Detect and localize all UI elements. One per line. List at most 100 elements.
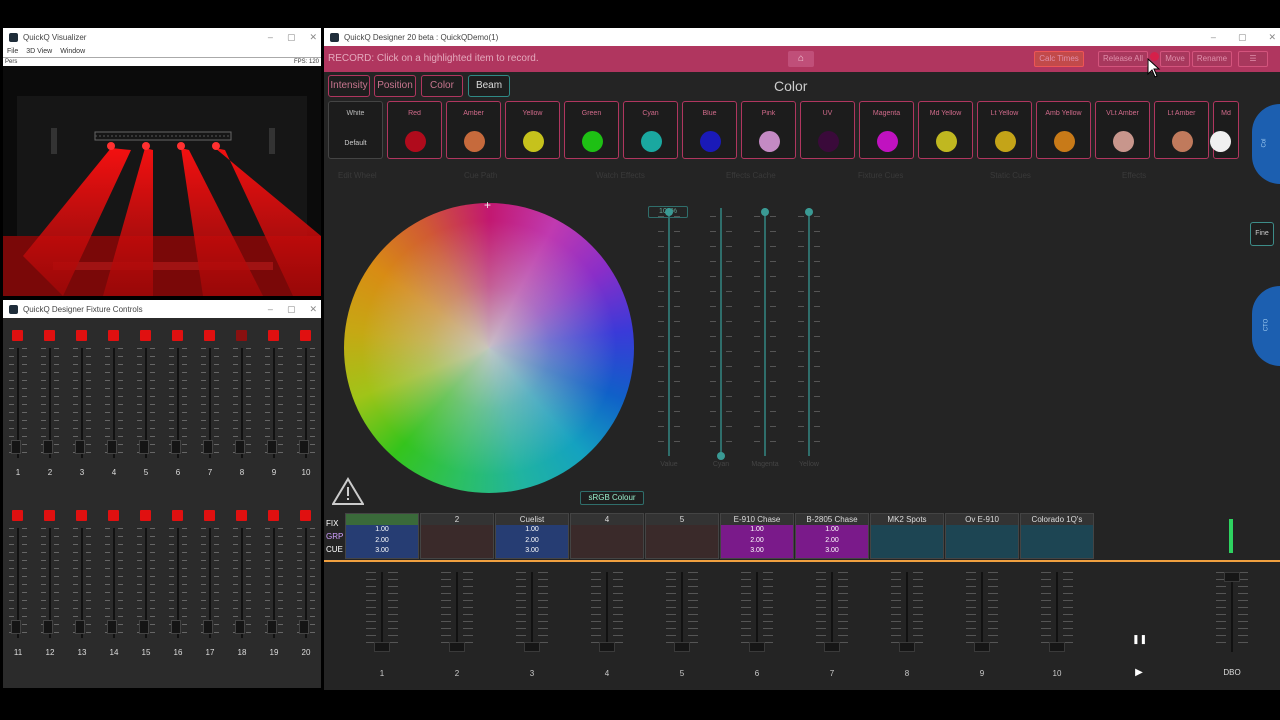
faded-tab[interactable]: Cue Path bbox=[464, 171, 497, 180]
slider-handle[interactable] bbox=[665, 208, 673, 216]
channel-fader-handle[interactable] bbox=[203, 440, 213, 454]
minimize-icon[interactable]: – bbox=[268, 32, 273, 42]
playback-fader[interactable]: 5 bbox=[652, 572, 712, 678]
playback-button[interactable]: 1.00 2.00 3.00 bbox=[345, 513, 419, 559]
designer-titlebar[interactable]: QuickQ Designer 20 beta : QuickQDemo(1) … bbox=[324, 28, 1280, 46]
minimize-icon[interactable]: – bbox=[1211, 32, 1216, 42]
channel-fader-handle[interactable] bbox=[11, 620, 21, 634]
color-swatch[interactable]: Magenta bbox=[859, 101, 914, 159]
tab-intensity[interactable]: Intensity bbox=[328, 75, 370, 97]
channel-fader-handle[interactable] bbox=[299, 620, 309, 634]
playback-button[interactable]: Ov E-910 bbox=[945, 513, 1019, 559]
playback-button[interactable]: 4 bbox=[570, 513, 644, 559]
visualizer-titlebar[interactable]: QuickQ Visualizer – ▢ ✕ bbox=[3, 28, 321, 46]
fader-handle[interactable] bbox=[374, 642, 390, 652]
home-button[interactable]: ⌂ bbox=[788, 51, 814, 67]
fader-handle[interactable] bbox=[524, 642, 540, 652]
channel-fader-handle[interactable] bbox=[139, 440, 149, 454]
3d-viewport[interactable] bbox=[3, 66, 321, 296]
color-swatch[interactable]: White Default bbox=[328, 101, 383, 159]
playback-fader[interactable]: 1 bbox=[352, 572, 412, 678]
fixture-controls-titlebar[interactable]: QuickQ Designer Fixture Controls – ▢ ✕ bbox=[3, 300, 321, 318]
minimize-icon[interactable]: – bbox=[268, 304, 273, 314]
playback-button[interactable]: 5 bbox=[645, 513, 719, 559]
playback-button[interactable]: Cuelist 1.00 2.00 3.00 bbox=[495, 513, 569, 559]
channel-fader-handle[interactable] bbox=[43, 620, 53, 634]
calc-times-button[interactable]: Calc Times bbox=[1034, 51, 1084, 67]
color-slider[interactable]: Magenta bbox=[750, 208, 780, 468]
fader-handle[interactable] bbox=[674, 642, 690, 652]
playback-button[interactable]: MK2 Spots bbox=[870, 513, 944, 559]
playback-fader[interactable]: 9 bbox=[952, 572, 1012, 678]
menu-file[interactable]: File bbox=[7, 48, 18, 55]
playback-button[interactable]: B-2805 Chase 1.00 2.00 3.00 bbox=[795, 513, 869, 559]
color-swatch[interactable]: Cyan bbox=[623, 101, 678, 159]
channel-fader-handle[interactable] bbox=[139, 620, 149, 634]
channel-fader-handle[interactable] bbox=[299, 440, 309, 454]
maximize-icon[interactable]: ▢ bbox=[1238, 32, 1247, 43]
faded-tab[interactable]: Watch Effects bbox=[596, 171, 645, 180]
release-all-button[interactable]: Release All bbox=[1098, 51, 1148, 67]
playback-button[interactable]: Colorado 1Q's bbox=[1020, 513, 1094, 559]
faded-tab[interactable]: Fixture Cues bbox=[858, 171, 903, 180]
color-swatch[interactable]: Red bbox=[387, 101, 442, 159]
slider-handle[interactable] bbox=[761, 208, 769, 216]
channel-fader-handle[interactable] bbox=[75, 440, 85, 454]
channel-fader-handle[interactable] bbox=[43, 440, 53, 454]
color-swatch[interactable]: Yellow bbox=[505, 101, 560, 159]
playback-fader[interactable]: 4 bbox=[577, 572, 637, 678]
channel-fader-handle[interactable] bbox=[11, 440, 21, 454]
playback-fader[interactable]: 3 bbox=[502, 572, 562, 678]
channel-fader-handle[interactable] bbox=[171, 620, 181, 634]
playback-fader[interactable]: 2 bbox=[427, 572, 487, 678]
play-button[interactable]: ▶ bbox=[1132, 667, 1146, 681]
channel-fader-handle[interactable] bbox=[267, 620, 277, 634]
color-slider[interactable]: Cyan bbox=[706, 208, 736, 468]
faded-tab[interactable]: Effects Cache bbox=[726, 171, 776, 180]
pause-button[interactable]: ❚❚ bbox=[1132, 634, 1147, 648]
fader-handle[interactable] bbox=[974, 642, 990, 652]
channel-fader-handle[interactable] bbox=[267, 440, 277, 454]
color-swatch[interactable]: Green bbox=[564, 101, 619, 159]
maximize-icon[interactable]: ▢ bbox=[287, 32, 296, 43]
channel-fader-handle[interactable] bbox=[203, 620, 213, 634]
tab-color[interactable]: Color bbox=[421, 75, 463, 97]
srgb-colour-label[interactable]: sRGB Colour bbox=[580, 491, 644, 505]
color-picker-crosshair-icon[interactable]: + bbox=[484, 198, 491, 212]
color-swatch[interactable]: Pink bbox=[741, 101, 796, 159]
color-slider[interactable]: Value bbox=[654, 208, 684, 468]
rename-button[interactable]: Rename bbox=[1192, 51, 1232, 67]
fader-handle[interactable] bbox=[1224, 572, 1240, 582]
fader-handle[interactable] bbox=[1049, 642, 1065, 652]
channel-fader-handle[interactable] bbox=[107, 440, 117, 454]
menu-3d-view[interactable]: 3D View bbox=[26, 48, 52, 55]
move-button[interactable]: Move bbox=[1160, 51, 1190, 67]
dbo-button[interactable]: DBO bbox=[1217, 668, 1247, 682]
close-icon[interactable]: ✕ bbox=[309, 32, 317, 43]
playback-button[interactable]: 2 bbox=[420, 513, 494, 559]
channel-fader-handle[interactable] bbox=[75, 620, 85, 634]
fine-button[interactable]: Fine bbox=[1250, 222, 1274, 246]
faded-tab[interactable]: Static Cues bbox=[990, 171, 1031, 180]
color-swatch[interactable]: VLt Amber bbox=[1095, 101, 1150, 159]
channel-fader-handle[interactable] bbox=[235, 620, 245, 634]
color-swatch[interactable]: UV bbox=[800, 101, 855, 159]
color-swatch[interactable]: Blue bbox=[682, 101, 737, 159]
dbo-fader[interactable] bbox=[1202, 572, 1262, 672]
side-tab-cto[interactable]: CTO bbox=[1252, 286, 1280, 366]
playback-button[interactable]: E-910 Chase 1.00 2.00 3.00 bbox=[720, 513, 794, 559]
fader-handle[interactable] bbox=[599, 642, 615, 652]
color-swatch[interactable]: Lt Amber bbox=[1154, 101, 1209, 159]
channel-fader-handle[interactable] bbox=[171, 440, 181, 454]
playback-fader[interactable]: 8 bbox=[877, 572, 937, 678]
slider-handle[interactable] bbox=[717, 452, 725, 460]
fader-handle[interactable] bbox=[749, 642, 765, 652]
menu-icon[interactable]: ☰ bbox=[1238, 51, 1268, 67]
maximize-icon[interactable]: ▢ bbox=[287, 304, 296, 315]
color-wheel[interactable] bbox=[344, 203, 634, 493]
slider-handle[interactable] bbox=[805, 208, 813, 216]
fader-handle[interactable] bbox=[449, 642, 465, 652]
color-swatch[interactable]: Amber bbox=[446, 101, 501, 159]
menu-window[interactable]: Window bbox=[60, 48, 85, 55]
playback-fader[interactable]: 7 bbox=[802, 572, 862, 678]
